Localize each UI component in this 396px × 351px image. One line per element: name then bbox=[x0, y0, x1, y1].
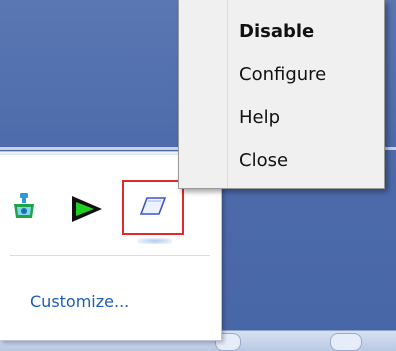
menu-item-configure[interactable]: Configure bbox=[239, 62, 379, 88]
network-icon[interactable] bbox=[12, 192, 36, 220]
context-menu: Disable Configure Help Close bbox=[178, 0, 385, 189]
menu-item-close[interactable]: Close bbox=[239, 148, 379, 174]
flyout-divider bbox=[10, 255, 210, 256]
customize-link[interactable]: Customize... bbox=[30, 292, 129, 311]
selected-tray-icon-highlight[interactable] bbox=[122, 180, 184, 235]
play-icon[interactable] bbox=[70, 194, 104, 224]
taskbar-button[interactable] bbox=[330, 333, 362, 351]
menu-icon-gutter bbox=[179, 0, 228, 188]
menu-item-help[interactable]: Help bbox=[239, 105, 379, 131]
icon-hover-glow bbox=[138, 238, 172, 244]
menu-item-disable[interactable]: Disable bbox=[239, 19, 379, 45]
eraser-icon[interactable] bbox=[139, 195, 167, 217]
